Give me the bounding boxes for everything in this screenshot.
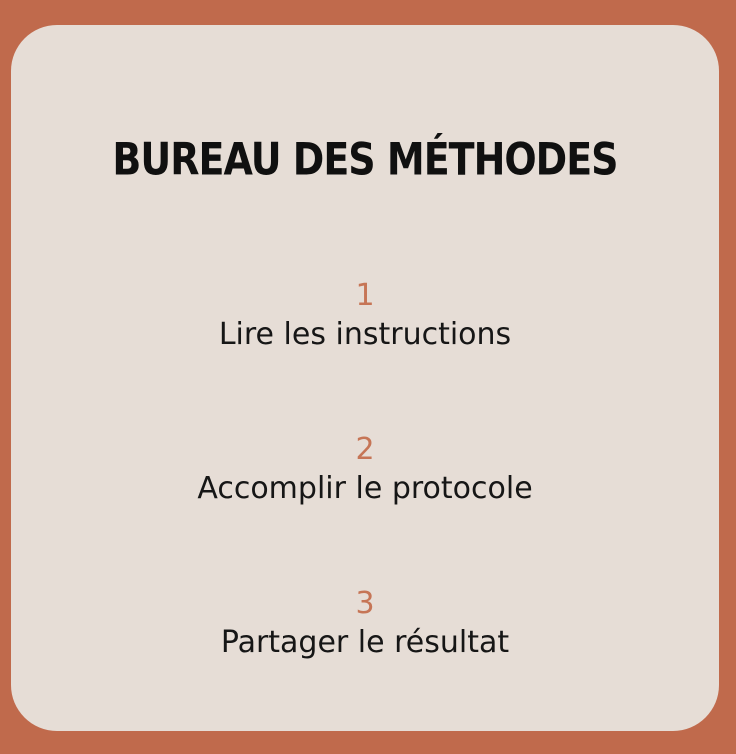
step-item: 1 Lire les instructions	[11, 279, 719, 409]
card-title: BUREAU DES MÉTHODES	[112, 133, 618, 185]
step-label: Accomplir le protocole	[197, 471, 533, 506]
step-item: 2 Accomplir le protocole	[11, 433, 719, 563]
step-number: 3	[355, 586, 375, 621]
step-number: 1	[355, 278, 375, 313]
step-label: Lire les instructions	[218, 317, 512, 352]
step-item: 3 Partager le résultat	[11, 587, 719, 717]
step-number: 2	[355, 432, 375, 467]
step-label: Partager le résultat	[220, 625, 510, 660]
steps-list: 1 Lire les instructions 2 Accomplir le p…	[11, 255, 719, 717]
info-card: BUREAU DES MÉTHODES 1 Lire les instructi…	[11, 25, 719, 731]
